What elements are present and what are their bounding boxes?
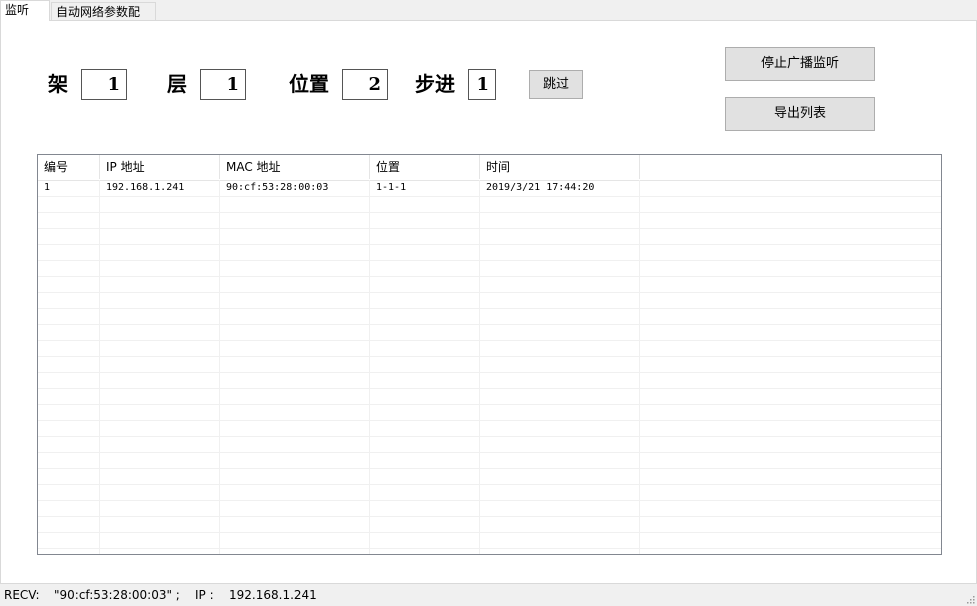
grid-line [38, 260, 941, 261]
skip-button[interactable]: 跳过 [529, 70, 583, 99]
grid-line [38, 244, 941, 245]
grid-line [219, 180, 220, 554]
list-header: 编号 IP 地址 MAC 地址 位置 时间 [38, 155, 941, 181]
grid-line [38, 340, 941, 341]
cell-number: 1 [44, 182, 51, 193]
resize-grip-icon[interactable] [965, 594, 975, 604]
position-input[interactable]: 2 [342, 69, 388, 100]
cell-time: 2019/3/21 17:44:20 [486, 182, 595, 193]
grid-line [38, 436, 941, 437]
step-label: 步进 [415, 72, 455, 96]
grid-line [38, 516, 941, 517]
table-row[interactable]: 1 192.168.1.241 90:cf:53:28:00:03 1-1-1 … [38, 180, 941, 196]
tab-monitor[interactable]: 监听 [0, 0, 50, 21]
grid-line [369, 180, 370, 554]
column-header-ip[interactable]: IP 地址 [100, 155, 220, 179]
cell-position: 1-1-1 [376, 182, 407, 193]
device-list[interactable]: 编号 IP 地址 MAC 地址 位置 时间 1 192.168.1.241 90… [37, 154, 942, 555]
grid-line [38, 292, 941, 293]
grid-line [38, 228, 941, 229]
column-header-position[interactable]: 位置 [370, 155, 480, 179]
grid-line [38, 420, 941, 421]
grid-line [38, 484, 941, 485]
column-header-number[interactable]: 编号 [38, 155, 100, 179]
stop-broadcast-monitor-button[interactable]: 停止广播监听 [725, 47, 875, 81]
step-input[interactable]: 1 [468, 69, 496, 100]
grid-line [38, 324, 941, 325]
column-header-mac[interactable]: MAC 地址 [220, 155, 370, 179]
grid-line [38, 532, 941, 533]
grid-line [38, 404, 941, 405]
rack-label: 架 [48, 72, 68, 96]
position-label: 位置 [289, 72, 329, 96]
monitor-panel: 架 1 层 1 位置 2 步进 1 跳过 停止广播监听 导出列表 编号 IP 地… [0, 20, 977, 584]
recv-value: "90:cf:53:28:00:03" ; [54, 588, 180, 602]
grid-line [38, 500, 941, 501]
cell-mac: 90:cf:53:28:00:03 [226, 182, 329, 193]
grid-line [38, 468, 941, 469]
tab-bar: 监听 自动网络参数配置 [0, 0, 977, 37]
cell-ip: 192.168.1.241 [106, 182, 185, 193]
grid-line [99, 180, 100, 554]
grid-line [38, 276, 941, 277]
layer-label: 层 [167, 72, 187, 96]
grid-line [38, 548, 941, 549]
rack-input[interactable]: 1 [81, 69, 127, 100]
grid-line [38, 308, 941, 309]
grid-line [479, 180, 480, 554]
export-list-button[interactable]: 导出列表 [725, 97, 875, 131]
layer-input[interactable]: 1 [200, 69, 246, 100]
grid-line [38, 196, 941, 197]
grid-line [38, 388, 941, 389]
recv-label: RECV: [4, 588, 40, 602]
ip-label: IP : [195, 588, 214, 602]
column-header-time[interactable]: 时间 [480, 155, 640, 179]
grid-line [639, 180, 640, 554]
grid-line [38, 452, 941, 453]
tab-auto-network-config[interactable]: 自动网络参数配置 [51, 2, 156, 37]
status-bar: RECV: "90:cf:53:28:00:03" ; IP : 192.168… [0, 584, 977, 606]
grid-line [38, 212, 941, 213]
grid-line [38, 356, 941, 357]
ip-value: 192.168.1.241 [229, 588, 317, 602]
grid-line [38, 372, 941, 373]
